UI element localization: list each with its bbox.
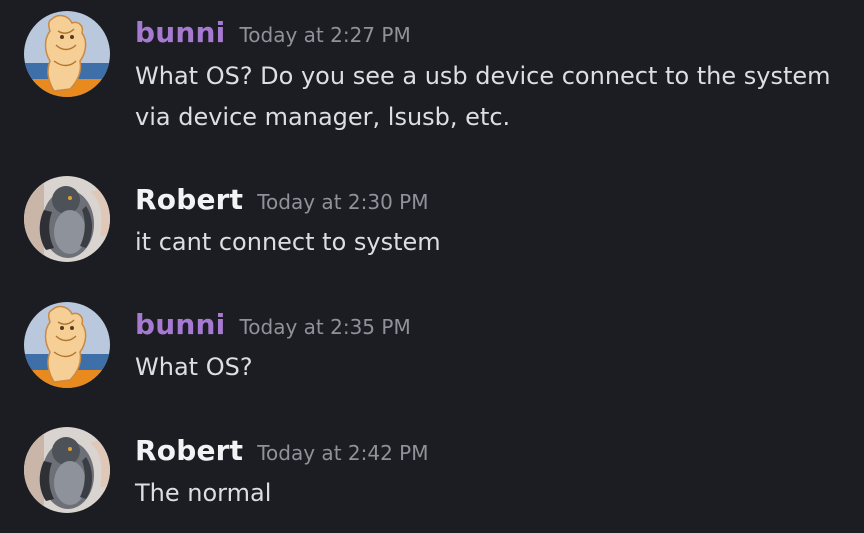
bunny-drawing-avatar-icon <box>24 302 110 388</box>
username[interactable]: bunni <box>135 308 225 341</box>
timestamp: Today at 2:27 PM <box>239 23 411 47</box>
message-text: What OS? Do you see a usb device connect… <box>135 62 831 131</box>
bunni-avatar[interactable] <box>24 11 110 97</box>
message-header: Robert Today at 2:30 PM <box>135 183 428 216</box>
pigeon-photo-avatar-icon <box>24 176 110 262</box>
robert-avatar[interactable] <box>24 427 110 513</box>
username[interactable]: bunni <box>135 16 225 49</box>
robert-avatar[interactable] <box>24 176 110 262</box>
message-text: What OS? <box>135 353 253 381</box>
timestamp: Today at 2:35 PM <box>239 315 411 339</box>
message-header: bunni Today at 2:27 PM <box>135 16 411 49</box>
bunny-drawing-avatar-icon <box>24 11 110 97</box>
message-text: it cant connect to system <box>135 228 441 256</box>
timestamp: Today at 2:42 PM <box>257 441 429 465</box>
message-text: The normal <box>135 479 272 507</box>
username[interactable]: Robert <box>135 183 243 216</box>
message-header: bunni Today at 2:35 PM <box>135 308 411 341</box>
username[interactable]: Robert <box>135 434 243 467</box>
bunni-avatar[interactable] <box>24 302 110 388</box>
message-header: Robert Today at 2:42 PM <box>135 434 428 467</box>
pigeon-photo-avatar-icon <box>24 427 110 513</box>
timestamp: Today at 2:30 PM <box>257 190 429 214</box>
